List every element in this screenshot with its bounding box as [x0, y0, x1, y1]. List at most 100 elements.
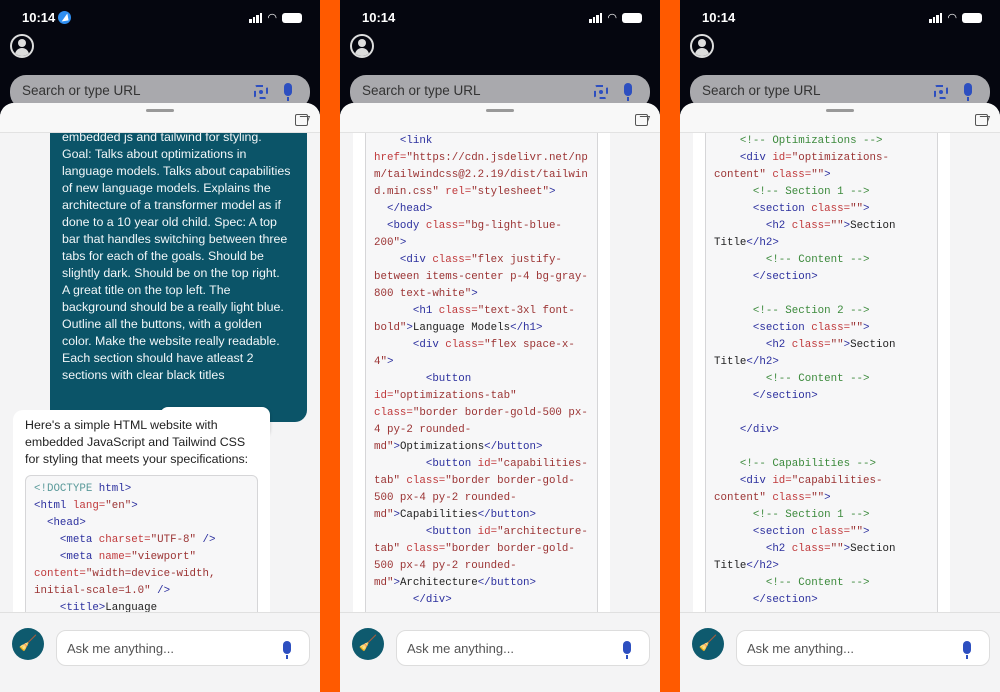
code-token: "en" [105, 500, 132, 512]
new-topic-broom-icon[interactable]: 🧹 [12, 628, 44, 660]
code-token: class= [785, 339, 831, 351]
code-token: </div> [374, 594, 452, 606]
code-token: Title [714, 237, 747, 249]
code-line: <!-- Content --> [714, 252, 870, 269]
ask-input[interactable]: Ask me anything... [736, 630, 990, 666]
chat-scroll-area[interactable]: <!-- Optimizations --> <div id="optimiza… [680, 133, 1000, 612]
visual-search-icon[interactable] [594, 85, 608, 99]
code-token: <button [374, 373, 472, 385]
code-token: "viewport" [131, 551, 197, 563]
code-token: /> [150, 585, 171, 597]
code-token: Section [850, 543, 896, 555]
user-message-line: architecture of a transformer model as i… [62, 198, 281, 212]
code-token: </button> [484, 441, 543, 453]
code-line: <!DOCTYPE html> [34, 481, 131, 498]
code-line: <button id="architecture- [374, 524, 588, 541]
assistant-text-line: for styling that meets your specificatio… [25, 452, 249, 466]
code-line: Title</h2> [714, 558, 779, 575]
visual-search-icon[interactable] [934, 85, 948, 99]
share-icon[interactable] [975, 114, 988, 126]
code-token: "flex space-x- [484, 339, 575, 351]
code-token: <button [374, 526, 472, 538]
chat-scroll-area[interactable]: <link href="https://cdn.jsdelivr.net/np m/… [340, 133, 660, 612]
code-line: id="optimizations-tab" [374, 388, 517, 405]
search-input[interactable]: Search or type URL [362, 83, 481, 98]
code-token: "width=device-width, [85, 568, 216, 580]
code-token: html> [92, 483, 132, 495]
mic-icon[interactable] [964, 83, 972, 101]
code-token: 500 px-4 py-2 rounded- [374, 492, 517, 504]
chat-sheet: <!-- Optimizations --> <div id="optimiza… [680, 103, 1000, 692]
code-token: </h2> [746, 356, 779, 368]
code-token: charset= [92, 534, 151, 546]
user-message-line: background should be a really light blue… [62, 300, 284, 314]
ask-input[interactable]: Ask me anything... [56, 630, 310, 666]
ask-placeholder: Ask me anything... [407, 641, 514, 656]
search-input[interactable]: Search or type URL [702, 83, 821, 98]
code-token: content" [714, 492, 766, 504]
drag-handle[interactable] [146, 109, 174, 112]
code-block: <link href="https://cdn.jsdelivr.net/np m/… [365, 133, 598, 612]
share-icon[interactable] [295, 114, 308, 126]
code-token: > [863, 322, 870, 334]
code-token: class= [785, 543, 831, 555]
code-line: 500 px-4 py-2 rounded- [374, 490, 517, 507]
code-token: class= [765, 169, 812, 181]
share-icon[interactable] [635, 114, 648, 126]
code-token: 4" [374, 356, 387, 368]
code-token: > [471, 288, 478, 300]
code-line: 200"> [374, 235, 406, 252]
code-token: class= [785, 220, 831, 232]
code-token: "" [830, 339, 844, 351]
code-token: </section> [714, 271, 818, 283]
code-token: bold" [374, 322, 407, 334]
new-topic-broom-icon[interactable]: 🧹 [352, 628, 384, 660]
code-token: <html [34, 500, 67, 512]
status-time: 10:14 [22, 10, 72, 25]
code-token: > [386, 356, 394, 368]
profile-avatar-icon[interactable] [10, 34, 34, 58]
user-message-line: done to a 10 year old child. Spec: A top [62, 215, 277, 229]
composer-bar: 🧹 Ask me anything... [0, 612, 320, 692]
chat-sheet: <link href="https://cdn.jsdelivr.net/np m/… [340, 103, 660, 692]
code-line: <title>Language [34, 600, 157, 612]
code-line: md">Optimizations</button> [374, 439, 543, 456]
code-line: </section> [714, 269, 818, 286]
code-token: <div [374, 339, 439, 351]
code-token: <!DOCTYPE [34, 483, 93, 495]
drag-handle[interactable] [486, 109, 514, 112]
visual-search-icon[interactable] [254, 85, 268, 99]
code-token: "stylesheet" [471, 186, 549, 198]
drag-handle[interactable] [826, 109, 854, 112]
code-token: class= [765, 492, 812, 504]
composer-mic-icon[interactable] [623, 641, 631, 659]
ask-placeholder: Ask me anything... [747, 641, 854, 656]
phone-screen-2: 10:14 ◠ Search or type URL <link href="ht… [340, 0, 660, 692]
code-token: > [863, 526, 870, 538]
code-token: m/tailwindcss@2.2.19/dist/tailwin [374, 169, 588, 181]
search-input[interactable]: Search or type URL [22, 83, 141, 98]
composer-mic-icon[interactable] [963, 641, 971, 659]
code-token: "" [811, 169, 825, 181]
code-token: class= [419, 220, 465, 232]
profile-avatar-icon[interactable] [350, 34, 374, 58]
mic-icon[interactable] [624, 83, 632, 101]
code-token: "border border-gold- [445, 543, 575, 555]
code-token: </h2> [746, 237, 779, 249]
code-token: id= [471, 526, 498, 538]
user-message-line: Outline all the buttons, with a golden [62, 317, 262, 331]
code-line: content="width=device-width, [34, 566, 215, 583]
code-token: "" [850, 203, 864, 215]
ask-input[interactable]: Ask me anything... [396, 630, 650, 666]
sheet-header [340, 103, 660, 133]
new-topic-broom-icon[interactable]: 🧹 [692, 628, 724, 660]
composer-mic-icon[interactable] [283, 641, 291, 659]
mic-icon[interactable] [284, 83, 292, 101]
code-line: <h2 class="">Section [714, 218, 896, 235]
profile-avatar-icon[interactable] [690, 34, 714, 58]
user-message-line: bar that handles switching between three [62, 232, 288, 246]
chat-scroll-area[interactable]: embedded js and tailwind for styling. Goa… [0, 133, 320, 612]
code-token: "https://cdn.jsdelivr.net/np [406, 152, 588, 164]
code-line: <section class=""> [714, 524, 870, 541]
code-line: <head> [34, 515, 86, 532]
